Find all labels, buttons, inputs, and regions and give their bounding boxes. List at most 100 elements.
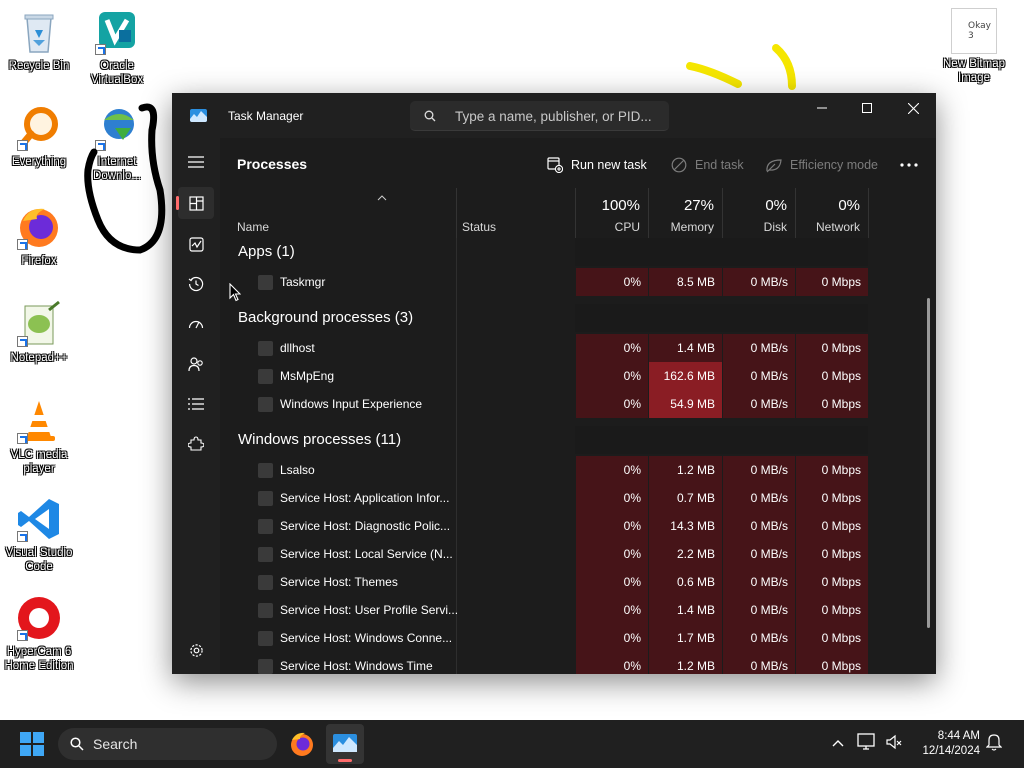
process-row[interactable]: Windows Input Experience 0% 54.9 MB 0 MB… [220,390,868,418]
vertical-scrollbar[interactable] [927,298,930,628]
network-cell: 0 Mbps [795,334,868,362]
process-name: Service Host: Diagnostic Polic... [280,519,451,533]
memory-cell: 1.2 MB [648,652,722,674]
column-header-memory[interactable]: 27% Memory [648,188,722,238]
vlc-cone-icon [15,397,63,445]
end-task-button[interactable]: End task [671,150,744,180]
search-icon [70,737,84,751]
clock-time: 8:44 AM [937,730,980,742]
memory-cell: 1.7 MB [648,624,722,652]
column-memory-label: Memory [670,220,714,234]
desktop-icon-vlc[interactable]: VLC media player [0,397,78,476]
nav-users[interactable] [178,348,214,380]
process-row[interactable]: dllhost 0% 1.4 MB 0 MB/s 0 Mbps [220,334,868,362]
taskbar-search-box[interactable]: Search [58,728,277,760]
process-row[interactable]: Taskmgr 0% 8.5 MB 0 MB/s 0 Mbps [220,268,868,296]
disk-cell: 0 MB/s [722,456,795,484]
search-box[interactable] [410,101,669,131]
window-title: Task Manager [228,109,304,123]
group-header-windows-processes[interactable]: Windows processes (11) [238,431,401,448]
process-row[interactable]: MsMpEng 0% 162.6 MB 0 MB/s 0 Mbps [220,362,868,390]
process-row[interactable]: Service Host: Windows Time 0% 1.2 MB 0 M… [220,652,868,674]
task-manager-window[interactable]: Task Manager Type a name, publisher, or … [172,93,936,674]
desktop-icon-virtualbox[interactable]: Oracle VirtualBox [78,8,156,87]
shortcut-arrow-icon [17,239,28,250]
column-header-disk[interactable]: 0% Disk [722,188,795,238]
column-header-cpu[interactable]: 100% CPU [575,188,648,238]
desktop-icon-notepad-plus-plus[interactable]: Notepad++ [0,300,78,365]
taskbar-task-manager-button[interactable] [326,724,364,764]
network-cell: 0 Mbps [795,362,868,390]
process-row[interactable]: Service Host: Themes 0% 0.6 MB 0 MB/s 0 … [220,568,868,596]
volume-button[interactable] [885,733,905,755]
process-name: Service Host: User Profile Servi... [280,603,459,617]
desktop-icon-vscode[interactable]: Visual Studio Code [0,495,78,574]
process-row[interactable]: Service Host: Application Infor... 0% 0.… [220,484,868,512]
network-status-button[interactable] [857,733,881,755]
group-header-apps[interactable]: Apps (1) [238,243,295,260]
group-header-background-processes[interactable]: Background processes (3) [238,309,413,326]
network-cell: 0 Mbps [795,268,868,296]
clock-date: 12/14/2024 [922,745,980,757]
desktop-icon-hypercam[interactable]: HyperCam 6 Home Edition [0,594,78,673]
cpu-cell: 0% [575,596,648,624]
settings-gear-icon [189,643,203,657]
memory-cell: 162.6 MB [648,362,722,390]
nav-details[interactable] [178,388,214,420]
minimize-icon [817,107,827,109]
maximize-button[interactable] [844,93,890,123]
process-icon-placeholder [258,519,273,534]
search-input[interactable] [455,106,660,126]
process-row[interactable]: Service Host: User Profile Servi... 0% 1… [220,596,868,624]
startup-speedometer-icon [188,320,204,329]
desktop-icon-recycle-bin[interactable]: Recycle Bin [0,8,78,73]
desktop-icon-internet-download-manager[interactable]: Internet Downlo... [78,104,156,183]
title-bar[interactable]: Task Manager [172,93,936,138]
desktop-icon-firefox[interactable]: Firefox [0,203,78,268]
desktop-icon-everything[interactable]: Everything [0,104,78,169]
disk-cell: 0 MB/s [722,596,795,624]
show-hidden-icons-button[interactable] [826,734,850,754]
cpu-cell: 0% [575,334,648,362]
cpu-cell: 0% [575,268,648,296]
hamburger-menu-button[interactable] [178,146,214,178]
processes-pane: Processes Run new task End task Efficien… [220,138,936,674]
column-header-status[interactable]: Status [457,188,575,238]
disk-cell: 0 MB/s [722,540,795,568]
run-new-task-icon [547,157,563,173]
run-new-task-button[interactable]: Run new task [547,150,647,180]
disk-cell: 0 MB/s [722,512,795,540]
nav-settings[interactable] [178,634,214,666]
network-cell: 0 Mbps [795,568,868,596]
more-options-button[interactable] [900,150,926,180]
efficiency-mode-button[interactable]: Efficiency mode [765,150,878,180]
clock[interactable]: 8:44 AM 12/14/2024 [908,729,980,759]
process-row[interactable]: Service Host: Windows Conne... 0% 1.7 MB… [220,624,868,652]
desktop-icon-label: Internet Downlo... [93,156,141,182]
cpu-cell: 0% [575,568,648,596]
start-button[interactable] [20,732,44,756]
disk-cell: 0 MB/s [722,484,795,512]
process-icon-placeholder [258,369,273,384]
sort-up-chevron-icon [377,195,387,201]
notifications-button[interactable] [985,733,1006,755]
nav-app-history[interactable] [178,268,214,300]
column-cpu-label: CPU [614,220,640,234]
process-row[interactable]: Lsalso 0% 1.2 MB 0 MB/s 0 Mbps [220,456,868,484]
column-header-network[interactable]: 0% Network [795,188,868,238]
process-row[interactable]: Service Host: Diagnostic Polic... 0% 14.… [220,512,868,540]
nav-processes[interactable] [176,187,214,219]
everything-search-icon [15,104,63,152]
nav-startup-apps[interactable] [178,308,214,340]
column-header-name[interactable]: Name [220,188,456,238]
desktop-icon-new-bitmap-image[interactable]: Okay 3 New Bitmap Image [935,8,1013,85]
nav-performance[interactable] [178,228,214,260]
close-button[interactable] [890,93,936,123]
yellow-scribble [686,44,796,90]
minimize-button[interactable] [799,93,845,123]
taskbar-firefox-button[interactable] [286,728,318,760]
nav-services[interactable] [178,428,214,460]
process-row[interactable]: Service Host: Local Service (N... 0% 2.2… [220,540,868,568]
process-name: Taskmgr [280,275,326,289]
run-new-task-label: Run new task [571,158,647,172]
